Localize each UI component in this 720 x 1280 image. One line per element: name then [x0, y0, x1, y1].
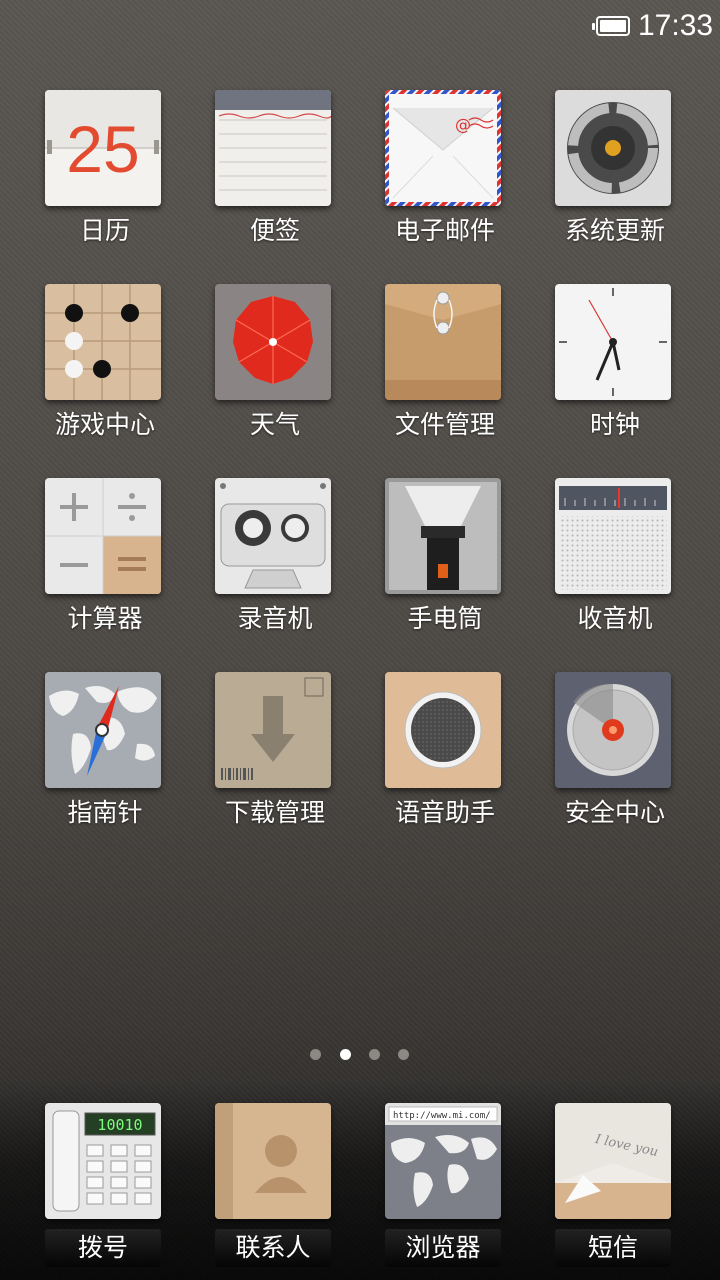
app-label: 系统更新 — [564, 216, 665, 245]
voice-assistant-icon — [385, 672, 501, 788]
app-label: 录音机 — [237, 604, 313, 633]
app-label: 文件管理 — [394, 410, 495, 439]
svg-text:25: 25 — [66, 112, 139, 186]
compass-icon — [45, 672, 161, 788]
app-label: 手电筒 — [407, 604, 483, 633]
app-label: 收音机 — [577, 604, 653, 633]
status-time: 17:33 — [638, 9, 714, 42]
system-update-icon — [555, 90, 671, 206]
page-indicator — [310, 1049, 420, 1063]
app-label: 时钟 — [589, 410, 640, 439]
svg-text:http://www.mi.com/: http://www.mi.com/ — [393, 1111, 491, 1121]
file-manager-icon — [385, 284, 501, 400]
notes-icon — [215, 90, 331, 206]
clock-icon — [555, 284, 671, 400]
app-label: 日历 — [79, 216, 130, 245]
dock-app-label: 短信 — [555, 1229, 671, 1267]
game-center-icon — [45, 284, 161, 400]
security-center-icon — [555, 672, 671, 788]
radio-icon — [555, 478, 671, 594]
email-icon: @ — [385, 90, 501, 206]
app-label: 下载管理 — [224, 798, 325, 827]
weather-icon — [215, 284, 331, 400]
recorder-icon — [215, 478, 331, 594]
page-dot-active[interactable] — [340, 1049, 351, 1060]
page-dot[interactable] — [369, 1049, 380, 1060]
calendar-icon: 25 — [45, 90, 161, 206]
app-label: 计算器 — [67, 604, 143, 633]
download-manager-icon — [215, 672, 331, 788]
browser-icon: http://www.mi.com/ — [385, 1103, 501, 1219]
calculator-icon — [45, 478, 161, 594]
app-label: 游戏中心 — [54, 410, 155, 439]
status-bar: 17:33 — [0, 0, 720, 56]
dock-app-label: 浏览器 — [385, 1229, 501, 1267]
app-label: 指南针 — [67, 798, 143, 827]
battery-icon — [592, 16, 630, 36]
page-dot[interactable] — [398, 1049, 409, 1060]
app-label: 安全中心 — [564, 798, 665, 827]
page-dot[interactable] — [310, 1049, 321, 1060]
messages-icon: I love you — [555, 1103, 671, 1219]
dock-app-label: 联系人 — [215, 1229, 331, 1267]
flashlight-icon — [385, 478, 501, 594]
app-label: 语音助手 — [394, 798, 495, 827]
phone-dialer-icon: 10010 — [45, 1103, 161, 1219]
app-label: 天气 — [249, 410, 300, 439]
contacts-icon — [215, 1103, 331, 1219]
svg-text:@: @ — [455, 115, 471, 134]
app-label: 电子邮件 — [394, 216, 495, 245]
dock-app-label: 拨号 — [45, 1229, 161, 1267]
app-label: 便签 — [249, 216, 300, 245]
svg-text:10010: 10010 — [97, 1116, 142, 1134]
